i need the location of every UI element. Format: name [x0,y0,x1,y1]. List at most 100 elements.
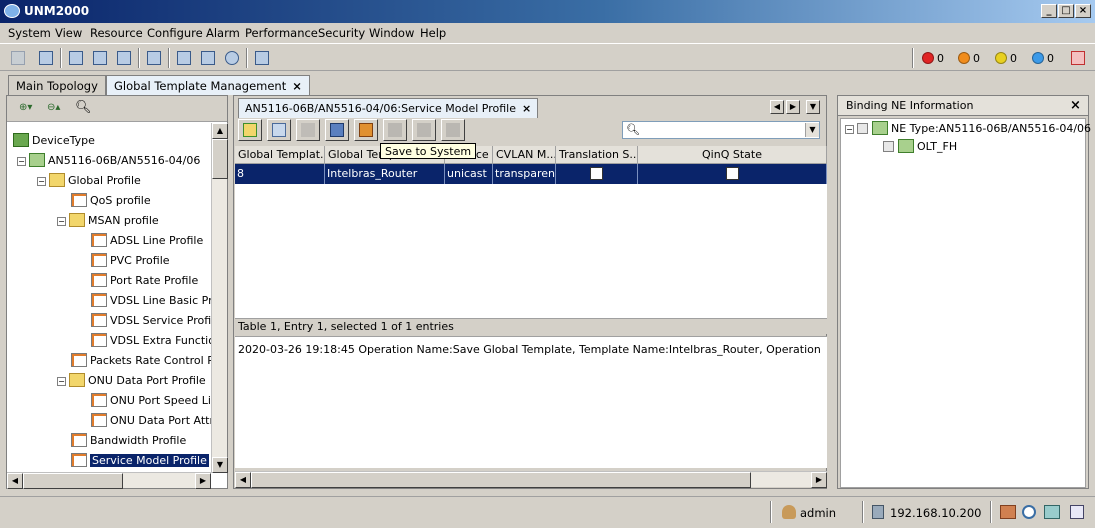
search-input[interactable] [641,122,801,138]
menu-resource[interactable]: Resource [90,26,143,40]
tree-item-olt[interactable]: OLT_FH [883,139,957,155]
tree-item-service-model-profile[interactable]: Service Model Profile [71,453,209,469]
ne-type-checkbox[interactable] [857,123,868,134]
qinq-checkbox[interactable] [726,167,739,180]
search-icon[interactable]: 🔍︎ [75,100,92,115]
search-field[interactable]: 🔍︎ ▼ [622,121,820,139]
tree-item-vdsl-service-profile[interactable]: VDSL Service Profile [91,313,211,329]
minimize-button[interactable]: _ [1041,4,1057,18]
scroll-left-icon[interactable]: ◀ [7,473,23,489]
template-icon[interactable] [252,48,272,68]
menu-window[interactable]: Window [369,26,414,40]
scroll-thumb[interactable] [23,473,123,489]
scroll-thumb[interactable] [251,472,751,488]
close-tab-icon[interactable]: × [292,79,302,93]
expand-all-icon[interactable]: ⊕▾ [19,102,32,113]
close-icon[interactable]: × [1070,96,1081,115]
search-view-icon[interactable] [36,48,56,68]
maximize-button[interactable]: □ [1058,4,1074,18]
collapse-icon[interactable]: − [37,177,46,186]
network-icon[interactable] [1000,505,1016,519]
copy-button[interactable] [441,119,465,141]
collapse-icon[interactable]: − [57,377,66,386]
tree-item-qos-profile[interactable]: QoS profile [71,193,151,209]
collapse-icon[interactable]: − [17,157,26,166]
upload-button[interactable] [412,119,436,141]
scroll-down-icon[interactable]: ▼ [212,457,228,473]
tab-main-topology[interactable]: Main Topology [8,75,106,95]
scroll-thumb[interactable] [212,139,228,179]
log-icon[interactable] [1070,505,1084,519]
menu-performance[interactable]: Performance [245,26,318,40]
log-horizontal-scrollbar[interactable]: ◀ ▶ [235,471,827,488]
menu-security[interactable]: Security [318,26,365,40]
modify-button[interactable] [296,119,320,141]
save-to-system-button[interactable] [354,119,378,141]
tab-scroll-left-icon[interactable]: ◀ [770,100,784,114]
tree-item-vdsl-line-basic-profile[interactable]: VDSL Line Basic Profi [91,293,211,309]
critical-alarm-counter[interactable]: 0 [922,52,944,65]
tab-scroll-right-icon[interactable]: ▶ [786,100,800,114]
refresh-icon[interactable] [8,48,28,68]
tree-item-devicetype[interactable]: DeviceType [13,133,95,149]
column-header[interactable]: Translation S... [556,146,638,164]
alarm-clear-icon[interactable] [1068,48,1088,68]
major-alarm-counter[interactable]: 0 [958,52,980,65]
menu-view[interactable]: View [55,26,82,40]
scroll-right-icon[interactable]: ▶ [811,472,827,488]
alarm-history-icon[interactable] [114,48,134,68]
tree-item-onu-data-port-attrib[interactable]: ONU Data Port Attrib [91,413,211,429]
menu-help[interactable]: Help [420,26,446,40]
tree-item-onu-port-speed-limit[interactable]: ONU Port Speed Limi [91,393,211,409]
scroll-up-icon[interactable]: ▲ [212,123,228,139]
download-button[interactable] [383,119,407,141]
delete-button[interactable] [267,119,291,141]
tree-vertical-scrollbar[interactable]: ▲ ▼ [211,123,228,473]
alarm-query-icon[interactable] [90,48,110,68]
user-icon[interactable] [174,48,194,68]
close-tab-icon[interactable]: × [522,102,531,115]
minor-alarm-counter[interactable]: 0 [995,52,1017,65]
tree-item-port-rate-profile[interactable]: Port Rate Profile [91,273,198,289]
collapse-icon[interactable]: − [57,217,66,226]
menu-bar: System View Resource Configure Alarm Per… [0,23,1095,43]
column-header[interactable]: CVLAN M... [493,146,556,164]
close-window-button[interactable]: × [1075,4,1091,18]
menu-alarm[interactable]: Alarm [206,26,240,40]
collapse-all-icon[interactable]: ⊖▴ [47,102,60,113]
search-dropdown-icon[interactable]: ▼ [805,123,819,137]
tree-horizontal-scrollbar[interactable]: ◀ ▶ [7,472,211,489]
tree-item-vdsl-extra-function[interactable]: VDSL Extra Function [91,333,211,349]
collapse-icon[interactable]: − [845,125,854,134]
warning-alarm-counter[interactable]: 0 [1032,52,1054,65]
tab-list-dropdown-icon[interactable]: ▼ [806,100,820,114]
tree-item-msan-profile[interactable]: − MSAN profile [57,213,159,229]
tree-item-pvc-profile[interactable]: PVC Profile [91,253,170,269]
users-icon[interactable] [198,48,218,68]
tab-global-template-management[interactable]: Global Template Management × [106,75,310,95]
tree-item-global-profile[interactable]: − Global Profile [37,173,141,189]
scroll-left-icon[interactable]: ◀ [235,472,251,488]
tree-item-packets-rate-control[interactable]: Packets Rate Control Pro [71,353,211,369]
translation-checkbox[interactable] [590,167,603,180]
tree-item-ne-type[interactable]: − NE Type:AN5116-06B/AN5516-04/06 [845,121,1091,137]
tree-item-adsl-line-profile[interactable]: ADSL Line Profile [91,233,203,249]
olt-checkbox[interactable] [883,141,894,152]
add-template-button[interactable] [238,119,262,141]
tree-item-onu-data-port-profile[interactable]: − ONU Data Port Profile [57,373,206,389]
sound-icon[interactable] [66,48,86,68]
right-splitter[interactable] [829,95,834,489]
scroll-right-icon[interactable]: ▶ [195,473,211,489]
sync-icon[interactable] [1044,505,1060,519]
save-button[interactable] [325,119,349,141]
column-header[interactable]: Global Templat... [235,146,325,164]
menu-system[interactable]: System [8,26,51,40]
tree-item-device[interactable]: − AN5116-06B/AN5516-04/06 [17,153,200,169]
menu-configure[interactable]: Configure [147,26,203,40]
gear-icon[interactable] [222,48,242,68]
column-header[interactable]: QinQ State [638,146,827,164]
tree-item-bandwidth-profile[interactable]: Bandwidth Profile [71,433,186,449]
clock-icon[interactable] [1022,505,1036,519]
monitor-icon[interactable] [144,48,164,68]
tab-service-model-profile[interactable]: AN5116-06B/AN5516-04/06:Service Model Pr… [238,98,539,118]
